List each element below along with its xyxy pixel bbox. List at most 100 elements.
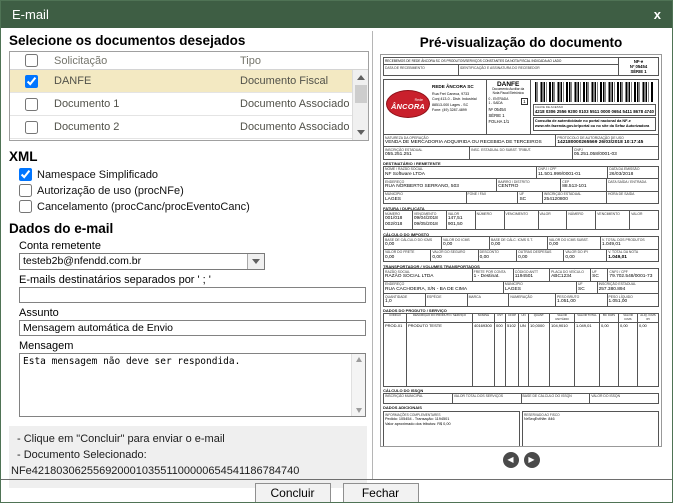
dest-bairro-field: BAIRRO / DISTRITOCENTRO (496, 179, 560, 190)
volumes-especie-field: ESPÉCIE (425, 294, 467, 305)
cell-value: PRODUTO TESTE (407, 323, 472, 329)
subject-input[interactable] (19, 320, 366, 336)
canhoto-date-field: DATA DE RECEBIMENTO (384, 65, 459, 75)
field-value: 0,00 (549, 242, 599, 248)
field-value: SC (578, 287, 596, 293)
dest-cnpj-field: CNPJ / CPF11.501.999/0001-01 (536, 167, 607, 178)
field-value: 79.702.548/0001-73 (609, 274, 657, 280)
xml-heading: XML (9, 149, 369, 164)
xml-section: XML Namespace Simplificado Autorização d… (9, 149, 369, 214)
peso-liquido-field: PESO LÍQUIDO1.051,00 (607, 294, 658, 305)
valor-total-nota-field: V. TOTAL DA NOTA1.049,01 (606, 250, 658, 261)
col-header: VALOR TOTAL (575, 314, 599, 323)
message-scrollbar[interactable] (351, 354, 365, 416)
autorizacao-checkbox[interactable] (19, 184, 32, 197)
info-nfe-key: NFe4218030625569200010355110000065454118… (11, 463, 359, 479)
produtos-table: CÓDIGOPROD-01 DESCRIÇÃO DO PRODUTO / SER… (383, 313, 659, 387)
option-label: Autorização de uso (procNFe) (37, 185, 184, 197)
recipients-input[interactable] (19, 287, 366, 303)
recipients-label: E-mails destinatários separados por ' ; … (19, 274, 369, 286)
col-header: CFOP (506, 314, 518, 323)
volumes-numeracao-field: NUMERAÇÃO (508, 294, 555, 305)
transportador-row-2: ENDEREÇORUA CACHOEIRA, S/N - BA DE CIMA … (383, 281, 659, 294)
scroll-down-button[interactable] (353, 125, 368, 140)
concluir-button[interactable]: Concluir (255, 483, 331, 503)
transp-uf-field: UFSC (590, 269, 607, 280)
fatura-valor: VALOR (629, 211, 658, 229)
emitente-address: Conj 413-0 - Distr. Industrial (432, 97, 477, 102)
issqn-total-field: VALOR TOTAL DOS SERVIÇOS (452, 394, 521, 403)
field-label: MARCA (469, 295, 508, 299)
row-checkbox[interactable] (25, 98, 38, 111)
field-value: SC (592, 274, 606, 280)
cell-tipo: Documento Fiscal (240, 75, 368, 87)
fatura-vencimento: VENCIMENTO09/04/201809/05/2018 (412, 211, 446, 229)
panel-divider (372, 31, 373, 479)
cell-solicitacao: DANFE (52, 75, 240, 87)
bc-icms-field: BASE DE CÁLCULO DO ICMS0,00 (384, 237, 441, 248)
cell-solicitacao: Documento 2 (52, 121, 240, 133)
option-label: Namespace Simplificado (37, 169, 158, 181)
iest-field: INSC. ESTADUAL DO SUBST. TRIBUT. (469, 147, 572, 158)
message-textarea[interactable]: Esta mensagem não deve ser respondida. (19, 353, 366, 417)
field-value: 0,00 (443, 242, 488, 248)
ancora-logo: Rede ÂNCORA (386, 90, 430, 118)
dest-municipio-field: MUNICÍPIOLAGES (384, 192, 466, 203)
field-value: 1,0 (385, 299, 424, 305)
field-value: 0,00 (385, 242, 440, 248)
field-value: LAGES (505, 287, 575, 293)
field-label: INSC. ESTADUAL DO SUBST. TRIBUT. (471, 148, 571, 152)
field-value: 1.049,01 (608, 255, 657, 261)
preview-next-button[interactable]: ▶ (524, 452, 540, 468)
field-label: FONE / FAX (468, 192, 517, 196)
info-line-1: - Clique em "Concluir" para enviar o e-m… (17, 431, 359, 447)
preview-panel: Pré-visualização do documento RECEBEMOS … (375, 32, 667, 468)
message-label: Mensagem (19, 340, 369, 352)
cell-value: 000 (495, 323, 505, 329)
inscricao-row: INSCRIÇÃO ESTADUAL055.251.251 INSC. ESTA… (383, 146, 659, 159)
col-header: ALÍQ. ICMS IPI (638, 314, 658, 323)
dest-cep-field: CEP88.513-101 (560, 179, 606, 190)
cell-value: 10,0000 (529, 323, 549, 329)
field-label: ESPÉCIE (427, 295, 466, 299)
dest-nome-field: NOME / RAZÃO SOCIALNF Software LTDA (384, 167, 536, 178)
table-row-danfe[interactable]: DANFE Documento Fiscal (10, 70, 368, 93)
table-row-documento2[interactable]: Documento 2 Documento Associado (10, 116, 368, 139)
cell-value: 40169300 (473, 323, 494, 329)
table-row-documento1[interactable]: Documento 1 Documento Associado (10, 93, 368, 116)
issqn-im-field: INSCRIÇÃO MUNICIPAL (384, 394, 452, 403)
table-scrollbar[interactable] (352, 70, 368, 140)
field-value: 901,50 (448, 222, 474, 228)
seguro-field: VALOR DO SEGURO0,00 (430, 250, 477, 261)
scroll-up-button[interactable] (353, 70, 368, 85)
transp-cnpj-field: CNPJ / CPF79.702.548/0001-73 (607, 269, 658, 280)
cell-solicitacao: Documento 1 (52, 98, 240, 110)
sender-select[interactable]: testeb2b@nfendd.com.br (19, 253, 265, 270)
field-value: LAGES (385, 197, 465, 203)
transportador-row-3: QUANTIDADE1,0 ESPÉCIE MARCA NUMERAÇÃO PE… (383, 293, 659, 306)
option-autorizacao[interactable]: Autorização de uso (procNFe) (19, 183, 369, 198)
dest-ie-field: INSCRIÇÃO ESTADUAL254120800 (542, 192, 606, 203)
field-value: 0,00 (432, 255, 476, 261)
option-namespace[interactable]: Namespace Simplificado (19, 167, 369, 182)
option-cancelamento[interactable]: Cancelamento (procCanc/procEventoCanc) (19, 199, 369, 214)
row-checkbox[interactable] (25, 75, 38, 88)
row-checkbox[interactable] (25, 121, 38, 134)
cancelamento-checkbox[interactable] (19, 200, 32, 213)
option-label: Cancelamento (procCanc/procEventoCanc) (37, 201, 250, 213)
transp-endereco-field: ENDEREÇORUA CACHOEIRA, S/N - BA DE CIMA (384, 282, 503, 293)
logo-text: ÂNCORA (391, 102, 425, 111)
field-value: 254120800 (544, 197, 605, 203)
field-label: VENCIMENTO (597, 212, 628, 216)
fechar-button[interactable]: Fechar (343, 483, 419, 503)
scrollbar-thumb[interactable] (355, 85, 367, 103)
close-button[interactable]: x (654, 8, 661, 21)
namespace-checkbox[interactable] (19, 168, 32, 181)
dropdown-button[interactable] (247, 254, 264, 269)
left-panel: Selecione os documentos desejados Solici… (9, 32, 369, 488)
fatura-numero: NÚMERO001/018002/018 (384, 211, 412, 229)
scroll-up-icon (356, 357, 362, 362)
cell-value: UN (519, 323, 528, 329)
select-all-checkbox[interactable] (25, 54, 38, 67)
preview-prev-button[interactable]: ◀ (503, 452, 519, 468)
